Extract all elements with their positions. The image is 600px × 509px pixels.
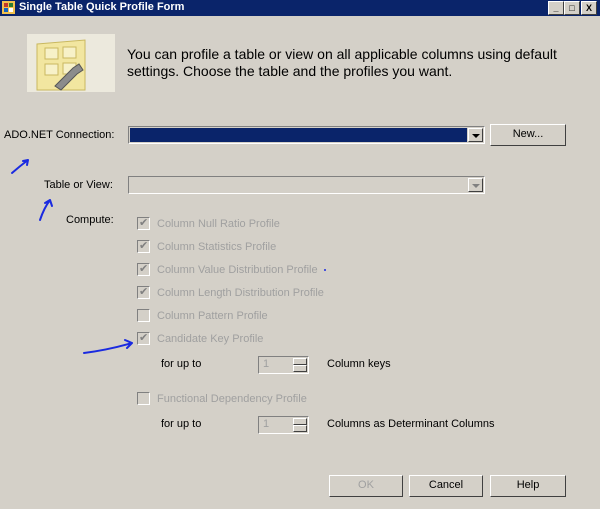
ink-annotations — [11, 159, 326, 354]
arrow-annotation-connection — [11, 159, 29, 174]
ink-dot — [324, 269, 326, 271]
arrow-annotation-candidate-key — [83, 339, 133, 354]
arrow-annotation-table — [39, 199, 53, 221]
